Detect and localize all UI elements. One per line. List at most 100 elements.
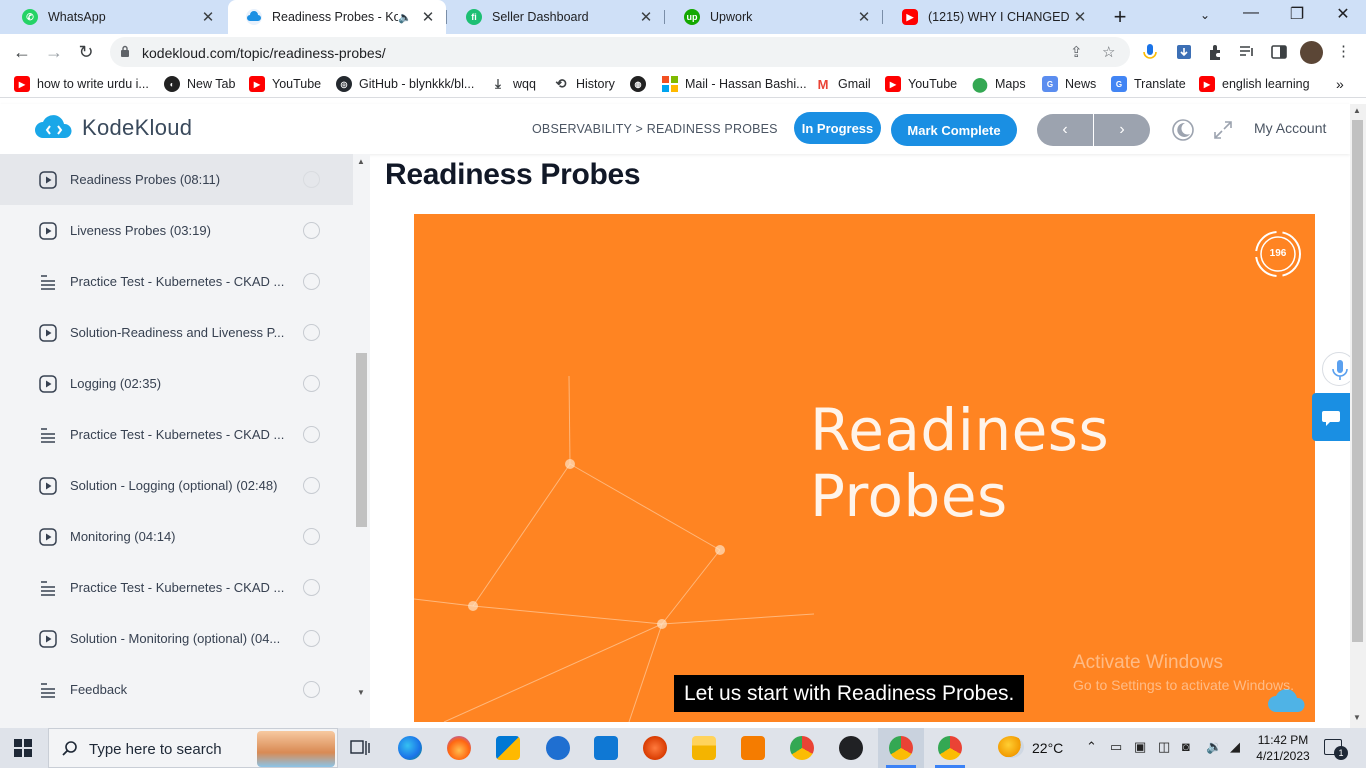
messenger-icon[interactable] (546, 736, 570, 760)
weather-icon[interactable] (998, 736, 1024, 758)
bookmark-star-icon[interactable]: ☆ (1102, 43, 1115, 61)
chrome-profile-h-icon[interactable] (938, 736, 962, 760)
lesson-item[interactable]: Solution - Monitoring (optional) (04... (0, 613, 353, 664)
address-bar[interactable]: kodekloud.com/topic/readiness-probes/ ⇪ … (110, 37, 1130, 67)
bookmark-item[interactable]: ⤓ wqq (490, 76, 536, 92)
page-scroll-thumb[interactable] (1352, 120, 1363, 642)
previous-lesson-button[interactable]: ‹ (1037, 114, 1093, 146)
fullscreen-icon[interactable] (1211, 118, 1235, 142)
scroll-down-arrow[interactable]: ▼ (357, 688, 365, 697)
task-view-icon[interactable] (348, 736, 372, 760)
close-window-button[interactable]: ✕ (1320, 4, 1366, 24)
snail-app-icon[interactable] (643, 736, 667, 760)
lesson-item[interactable]: Practice Test - Kubernetes - CKAD ... (0, 409, 353, 460)
chat-button[interactable] (1312, 393, 1350, 441)
forward-button[interactable]: → (42, 40, 66, 64)
completion-radio[interactable] (303, 477, 320, 494)
tab-upwork[interactable]: up Upwork ✕ (666, 0, 882, 34)
tab-whatsapp[interactable]: ✆ WhatsApp ✕ (4, 0, 226, 34)
lesson-item[interactable]: Monitoring (04:14) (0, 511, 353, 562)
reload-button[interactable]: ↻ (74, 40, 98, 64)
next-lesson-button[interactable]: › (1094, 114, 1150, 146)
store-icon[interactable] (496, 736, 520, 760)
chrome-profile-icon[interactable] (889, 736, 913, 760)
bookmark-item[interactable]: G News (1042, 76, 1096, 92)
bookmark-item[interactable]: M Gmail (815, 76, 871, 92)
volume-icon[interactable]: 🔉 (1206, 739, 1222, 755)
windows-start-icon[interactable] (14, 739, 32, 757)
close-icon[interactable]: ✕ (418, 8, 438, 26)
lesson-item[interactable]: Practice Test - Kubernetes - CKAD ... (0, 256, 353, 307)
completion-radio[interactable] (303, 681, 320, 698)
lesson-item[interactable]: Readiness Probes (08:11) (0, 154, 353, 205)
display-icon[interactable]: ▣ (1134, 739, 1146, 755)
speaker-icon[interactable]: 🔈 (398, 11, 412, 24)
bookmark-item[interactable]: G Translate (1111, 76, 1186, 92)
completion-radio[interactable] (303, 528, 320, 545)
page-scroll-up-arrow[interactable]: ▲ (1353, 106, 1361, 115)
completion-radio[interactable] (303, 375, 320, 392)
lesson-item[interactable]: Practice Test - Kubernetes - CKAD ... (0, 562, 353, 613)
media-control-icon[interactable] (1238, 43, 1256, 61)
lesson-item[interactable]: Solution-Readiness and Liveness P... (0, 307, 353, 358)
bookmark-item[interactable]: Mail - Hassan Bashi... (662, 76, 807, 92)
tab-kodekloud[interactable]: Readiness Probes - Kode 🔈 ✕ (228, 0, 446, 34)
bookmark-item[interactable]: ▶ how to write urdu i... (14, 76, 149, 92)
in-progress-badge[interactable]: In Progress (794, 112, 881, 144)
lesson-item[interactable]: Logging (02:35) (0, 358, 353, 409)
restore-button[interactable]: ❐ (1274, 4, 1320, 24)
network-pc-icon[interactable]: ▭ (1110, 739, 1122, 755)
mail-icon[interactable] (594, 736, 618, 760)
completion-radio[interactable] (303, 222, 320, 239)
edge-icon[interactable] (398, 736, 422, 760)
more-bookmarks-icon[interactable]: » (1336, 76, 1344, 92)
side-panel-icon[interactable] (1270, 43, 1288, 61)
camera-icon[interactable]: ◙ (1182, 739, 1190, 754)
share-icon[interactable]: ⇪ (1070, 43, 1083, 61)
sidebar-scroll-thumb[interactable] (356, 353, 367, 527)
my-account-link[interactable]: My Account (1254, 120, 1326, 136)
bookmark-item[interactable]: ◎ GitHub - blynkkk/bl... (336, 76, 474, 92)
extensions-icon[interactable] (1207, 43, 1225, 61)
firefox-icon[interactable] (447, 736, 471, 760)
dark-mode-icon[interactable] (1171, 118, 1195, 142)
bookmark-item[interactable]: ◐ New Tab (164, 76, 235, 92)
file-explorer-icon[interactable] (692, 736, 716, 760)
completion-radio[interactable] (303, 426, 320, 443)
bookmark-item[interactable]: ▶ YouTube (885, 76, 957, 92)
page-scroll-down-arrow[interactable]: ▼ (1353, 713, 1361, 722)
minimize-button[interactable]: — (1228, 4, 1274, 22)
lesson-item[interactable]: Feedback (0, 664, 353, 715)
obs-icon[interactable] (839, 736, 863, 760)
tab-seller-dashboard[interactable]: fi Seller Dashboard ✕ (448, 0, 664, 34)
profile-avatar[interactable] (1300, 41, 1323, 64)
bookmark-item[interactable]: ◍ (630, 76, 653, 92)
chrome-icon[interactable] (790, 736, 814, 760)
settings-gear-app-icon[interactable] (741, 736, 765, 760)
scroll-up-arrow[interactable]: ▲ (357, 157, 365, 166)
download-extension-icon[interactable] (1175, 43, 1193, 61)
lesson-item[interactable]: Liveness Probes (03:19) (0, 205, 353, 256)
system-clock[interactable]: 11:42 PM 4/21/2023 (1250, 732, 1316, 764)
lesson-item[interactable]: Solution - Logging (optional) (02:48) (0, 460, 353, 511)
mark-complete-button[interactable]: Mark Complete (891, 114, 1017, 146)
completion-radio[interactable] (303, 630, 320, 647)
tab-youtube[interactable]: ▶ (1215) WHY I CHANGED MY ✕ (884, 0, 1098, 34)
bookmark-item[interactable]: ▶ english learning (1199, 76, 1310, 92)
menu-icon[interactable]: ⋮ (1336, 42, 1351, 60)
wifi-icon[interactable]: ◢ (1230, 739, 1240, 755)
close-icon[interactable]: ✕ (636, 8, 656, 26)
video-player[interactable]: Readiness Probes 196 (414, 214, 1315, 722)
new-tab-button[interactable]: + (1108, 4, 1132, 30)
completion-radio[interactable] (303, 273, 320, 290)
completion-radio[interactable] (303, 324, 320, 341)
webcam-icon[interactable]: ◫ (1158, 739, 1170, 755)
bookmark-item[interactable]: ⬤ Maps (972, 76, 1025, 92)
completion-radio[interactable] (303, 171, 320, 188)
kodekloud-logo[interactable]: KodeKloud (34, 114, 192, 142)
close-icon[interactable]: ✕ (854, 8, 874, 26)
close-icon[interactable]: ✕ (1070, 8, 1090, 26)
back-button[interactable]: ← (10, 40, 34, 64)
tab-search-icon[interactable]: ⌄ (1182, 8, 1228, 22)
completion-radio[interactable] (303, 579, 320, 596)
